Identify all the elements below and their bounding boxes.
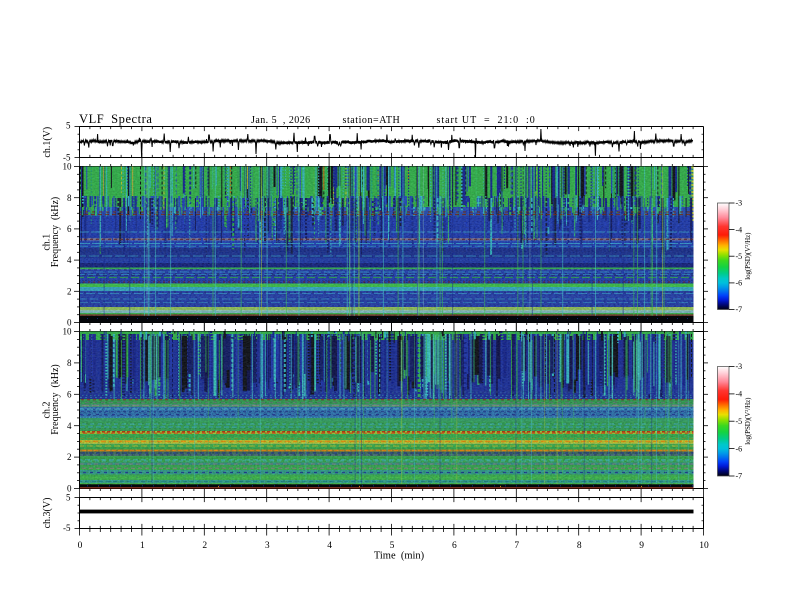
svg-text:start UT = 21:0 :0: start UT = 21:0 :0 — [437, 115, 536, 126]
svg-text:0: 0 — [67, 318, 72, 328]
svg-text:-7: -7 — [736, 305, 743, 314]
svg-text:station=ATH: station=ATH — [343, 115, 401, 126]
svg-text:-7: -7 — [736, 472, 743, 481]
svg-text:VLF Spectra: VLF Spectra — [79, 112, 152, 126]
svg-text:-5: -5 — [63, 523, 71, 533]
svg-text:5: 5 — [66, 492, 71, 502]
svg-text:4: 4 — [327, 541, 332, 551]
svg-text:2: 2 — [67, 286, 72, 296]
svg-text:10: 10 — [699, 541, 709, 551]
svg-text:4: 4 — [67, 255, 72, 265]
svg-text:log(PSD)(V2/Hz): log(PSD)(V2/Hz) — [744, 397, 752, 445]
svg-text:ch.3(V): ch.3(V) — [42, 498, 53, 529]
svg-text:6: 6 — [452, 541, 457, 551]
svg-text:10: 10 — [63, 327, 73, 337]
svg-text:7: 7 — [514, 541, 519, 551]
svg-text:-3: -3 — [736, 362, 743, 371]
svg-text:-5: -5 — [736, 417, 743, 426]
svg-text:log(PSD)(V2/Hz): log(PSD)(V2/Hz) — [744, 232, 752, 280]
svg-text:9: 9 — [639, 541, 644, 551]
svg-text:-6: -6 — [736, 444, 743, 453]
svg-text:-4: -4 — [736, 390, 743, 399]
svg-text:5: 5 — [66, 121, 71, 131]
svg-text:8: 8 — [67, 193, 72, 203]
svg-text:3: 3 — [265, 541, 270, 551]
svg-text:10: 10 — [63, 162, 73, 172]
svg-text:2: 2 — [67, 452, 72, 462]
svg-text:ch.1(V): ch.1(V) — [42, 127, 53, 158]
svg-text:4: 4 — [67, 421, 72, 431]
svg-text:-4: -4 — [736, 225, 743, 234]
svg-text:8: 8 — [67, 358, 72, 368]
svg-text:-6: -6 — [736, 279, 743, 288]
svg-text:Frequency (kHz): Frequency (kHz) — [50, 364, 61, 435]
svg-text:Jan. 5 , 2026: Jan. 5 , 2026 — [251, 115, 311, 126]
svg-text:0: 0 — [78, 541, 83, 551]
svg-text:8: 8 — [577, 541, 582, 551]
svg-text:6: 6 — [67, 224, 72, 234]
svg-text:2: 2 — [202, 541, 207, 551]
svg-text:-5: -5 — [736, 252, 743, 261]
svg-text:Frequency (kHz): Frequency (kHz) — [50, 197, 61, 268]
svg-text:Time (min): Time (min) — [374, 551, 425, 562]
svg-text:-3: -3 — [736, 199, 743, 208]
svg-text:1: 1 — [140, 541, 145, 551]
svg-text:6: 6 — [67, 389, 72, 399]
